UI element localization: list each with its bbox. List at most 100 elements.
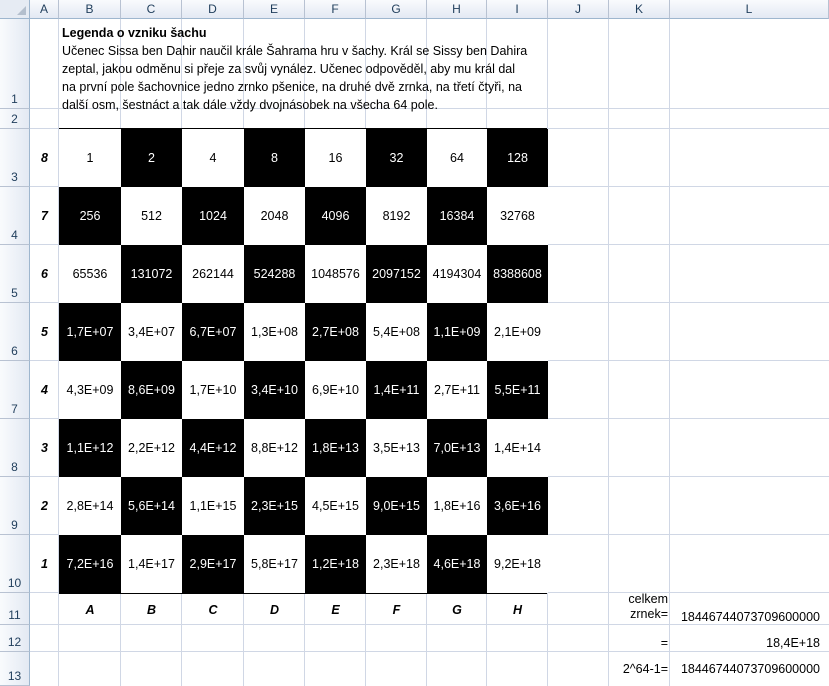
board-square[interactable]: 8,8E+12 <box>244 419 305 477</box>
formula-value[interactable]: 18446744073709600000 <box>670 662 820 676</box>
eq-label[interactable]: = <box>608 636 668 651</box>
row-header-2[interactable]: 2 <box>0 109 30 129</box>
board-square[interactable]: 2048 <box>244 187 305 245</box>
column-header-H[interactable]: H <box>427 0 487 19</box>
file-label[interactable]: A <box>59 596 121 624</box>
board-square[interactable]: 3,5E+13 <box>366 419 427 477</box>
board-square[interactable]: 4194304 <box>427 245 487 303</box>
rank-label[interactable]: 8 <box>30 129 59 187</box>
board-square[interactable]: 8388608 <box>487 245 548 303</box>
file-label[interactable]: G <box>427 596 487 624</box>
row-header-6[interactable]: 6 <box>0 303 30 361</box>
column-header-J[interactable]: J <box>548 0 609 19</box>
board-square[interactable]: 8,6E+09 <box>121 361 182 419</box>
board-square[interactable]: 3,6E+16 <box>487 477 548 535</box>
column-header-F[interactable]: F <box>305 0 366 19</box>
board-square[interactable]: 256 <box>59 187 121 245</box>
board-square[interactable]: 512 <box>121 187 182 245</box>
board-square[interactable]: 1,1E+12 <box>59 419 121 477</box>
row-header-10[interactable]: 10 <box>0 535 30 593</box>
rank-label[interactable]: 6 <box>30 245 59 303</box>
board-square[interactable]: 262144 <box>182 245 244 303</box>
board-square[interactable]: 2,3E+15 <box>244 477 305 535</box>
board-square[interactable]: 5,4E+08 <box>366 303 427 361</box>
board-square[interactable]: 32 <box>366 129 427 187</box>
board-square[interactable]: 1,1E+15 <box>182 477 244 535</box>
board-square[interactable]: 3,4E+07 <box>121 303 182 361</box>
board-square[interactable]: 1,8E+13 <box>305 419 366 477</box>
board-square[interactable]: 1,8E+16 <box>427 477 487 535</box>
board-square[interactable]: 2,7E+08 <box>305 303 366 361</box>
board-square[interactable]: 6,7E+07 <box>182 303 244 361</box>
row-header-3[interactable]: 3 <box>0 129 30 187</box>
column-header-K[interactable]: K <box>609 0 670 19</box>
row-header-5[interactable]: 5 <box>0 245 30 303</box>
select-all-corner[interactable] <box>0 0 30 19</box>
board-square[interactable]: 6,9E+10 <box>305 361 366 419</box>
board-square[interactable]: 1,2E+18 <box>305 535 366 593</box>
rank-label[interactable]: 1 <box>30 535 59 593</box>
board-square[interactable]: 1048576 <box>305 245 366 303</box>
board-square[interactable]: 2,2E+12 <box>121 419 182 477</box>
file-label[interactable]: D <box>244 596 305 624</box>
file-label[interactable]: E <box>305 596 366 624</box>
row-header-8[interactable]: 8 <box>0 419 30 477</box>
board-square[interactable]: 2,1E+09 <box>487 303 548 361</box>
column-header-G[interactable]: G <box>366 0 427 19</box>
board-square[interactable]: 1 <box>59 129 121 187</box>
board-square[interactable]: 4,5E+15 <box>305 477 366 535</box>
column-header-A[interactable]: A <box>30 0 59 19</box>
board-square[interactable]: 4096 <box>305 187 366 245</box>
column-header-C[interactable]: C <box>121 0 182 19</box>
file-label[interactable]: C <box>182 596 244 624</box>
column-header-D[interactable]: D <box>182 0 244 19</box>
board-square[interactable]: 4 <box>182 129 244 187</box>
column-header-E[interactable]: E <box>244 0 305 19</box>
board-square[interactable]: 64 <box>427 129 487 187</box>
board-square[interactable]: 1,7E+10 <box>182 361 244 419</box>
board-square[interactable]: 2,7E+11 <box>427 361 487 419</box>
board-square[interactable]: 1,3E+08 <box>244 303 305 361</box>
board-square[interactable]: 65536 <box>59 245 121 303</box>
board-square[interactable]: 5,6E+14 <box>121 477 182 535</box>
board-square[interactable]: 2 <box>121 129 182 187</box>
row-header-1[interactable]: 1 <box>0 19 30 109</box>
board-square[interactable]: 4,6E+18 <box>427 535 487 593</box>
rank-label[interactable]: 4 <box>30 361 59 419</box>
board-square[interactable]: 1,4E+11 <box>366 361 427 419</box>
column-header-I[interactable]: I <box>487 0 548 19</box>
formula-label[interactable]: 2^64-1= <box>608 662 668 677</box>
board-square[interactable]: 16384 <box>427 187 487 245</box>
row-header-4[interactable]: 4 <box>0 187 30 245</box>
board-square[interactable]: 4,4E+12 <box>182 419 244 477</box>
file-label[interactable]: H <box>487 596 548 624</box>
rank-label[interactable]: 2 <box>30 477 59 535</box>
column-header-L[interactable]: L <box>670 0 829 19</box>
board-square[interactable]: 2,9E+17 <box>182 535 244 593</box>
eq-value[interactable]: 18,4E+18 <box>670 636 820 650</box>
board-square[interactable]: 2097152 <box>366 245 427 303</box>
rank-label[interactable]: 5 <box>30 303 59 361</box>
board-square[interactable]: 1024 <box>182 187 244 245</box>
total-label[interactable]: celkem zrnek= <box>608 592 668 622</box>
board-square[interactable]: 1,4E+14 <box>487 419 548 477</box>
rank-label[interactable]: 7 <box>30 187 59 245</box>
legend-cell[interactable]: Legenda o vzniku šachu Učenec Sissa ben … <box>62 24 532 114</box>
row-header-11[interactable]: 11 <box>0 593 30 625</box>
board-square[interactable]: 8 <box>244 129 305 187</box>
board-square[interactable]: 7,0E+13 <box>427 419 487 477</box>
board-square[interactable]: 16 <box>305 129 366 187</box>
board-square[interactable]: 32768 <box>487 187 548 245</box>
board-square[interactable]: 9,0E+15 <box>366 477 427 535</box>
board-square[interactable]: 131072 <box>121 245 182 303</box>
board-square[interactable]: 1,4E+17 <box>121 535 182 593</box>
rank-label[interactable]: 3 <box>30 419 59 477</box>
column-header-B[interactable]: B <box>59 0 121 19</box>
board-square[interactable]: 3,4E+10 <box>244 361 305 419</box>
file-label[interactable]: B <box>121 596 182 624</box>
row-header-12[interactable]: 12 <box>0 625 30 652</box>
row-header-13[interactable]: 13 <box>0 652 30 686</box>
board-square[interactable]: 2,3E+18 <box>366 535 427 593</box>
row-header-9[interactable]: 9 <box>0 477 30 535</box>
board-square[interactable]: 524288 <box>244 245 305 303</box>
